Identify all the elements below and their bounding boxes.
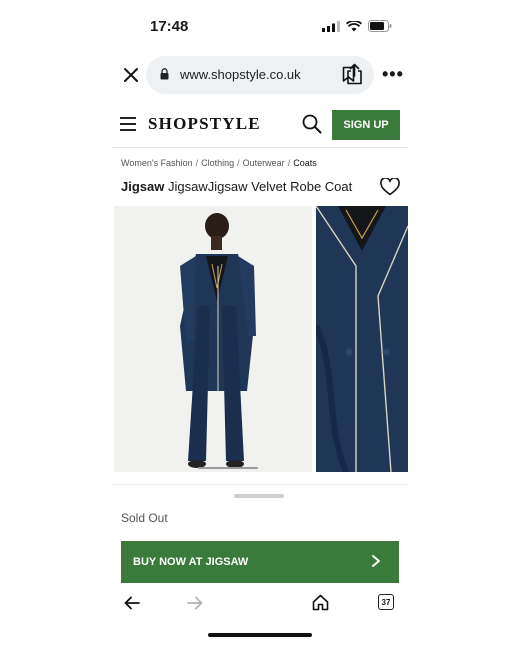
product-name: JigsawJigsaw Velvet Robe Coat — [167, 179, 353, 194]
status-bar: 17:48 — [0, 0, 520, 50]
browser-bottom-nav: 37 — [112, 590, 408, 618]
back-arrow-icon[interactable] — [124, 596, 140, 610]
buy-now-button[interactable]: BUY NOW AT JIGSAW — [121, 541, 399, 583]
breadcrumb: Women's Fashion / Clothing / Outerwear /… — [121, 158, 317, 168]
breadcrumb-item-clothing[interactable]: Clothing — [201, 158, 234, 168]
coat-detail-illustration — [313, 206, 408, 472]
model-illustration — [180, 213, 256, 468]
gallery-scroll-indicator — [198, 467, 258, 469]
breadcrumb-separator: / — [195, 158, 199, 168]
share-icon[interactable] — [346, 63, 363, 85]
buy-now-label: BUY NOW AT JIGSAW — [133, 556, 249, 568]
breadcrumb-separator: / — [287, 158, 291, 168]
breadcrumb-item-outerwear[interactable]: Outerwear — [243, 158, 285, 168]
status-time: 17:48 — [150, 18, 189, 35]
product-brand[interactable]: Jigsaw — [121, 179, 164, 194]
tabs-button[interactable]: 37 — [378, 594, 394, 610]
sign-up-button[interactable]: SIGN UP — [332, 110, 400, 140]
product-image-gallery[interactable] — [112, 206, 408, 472]
home-indicator — [208, 633, 312, 637]
breadcrumb-item-womens-fashion[interactable]: Women's Fashion — [121, 158, 193, 168]
product-photo-full-outfit[interactable] — [114, 206, 312, 472]
search-icon[interactable] — [302, 114, 322, 134]
availability-status: Sold Out — [121, 511, 168, 525]
breadcrumb-item-coats[interactable]: Coats — [293, 158, 317, 168]
favorite-heart-icon[interactable] — [380, 178, 400, 196]
wifi-icon — [346, 20, 362, 31]
product-photo-detail[interactable] — [313, 206, 408, 472]
lock-icon — [160, 68, 169, 80]
purchase-panel: Sold Out BUY NOW AT JIGSAW — [112, 484, 408, 588]
battery-icon — [368, 20, 392, 32]
product-title: Jigsaw JigsawJigsaw Velvet Robe Coat — [121, 179, 352, 194]
browser-toolbar: www.shopstyle.co.uk ••• — [112, 56, 408, 94]
close-icon[interactable] — [120, 64, 142, 86]
menu-icon[interactable] — [120, 117, 136, 131]
forward-arrow-icon[interactable] — [187, 596, 203, 610]
address-bar[interactable]: www.shopstyle.co.uk — [146, 56, 374, 94]
status-icons — [322, 20, 392, 32]
signal-icon — [322, 20, 340, 32]
site-logo[interactable]: SHOPSTYLE — [148, 114, 261, 134]
url-text: www.shopstyle.co.uk — [180, 67, 301, 82]
drag-handle[interactable] — [234, 494, 284, 498]
breadcrumb-separator: / — [237, 158, 240, 168]
more-options-icon[interactable]: ••• — [382, 64, 404, 85]
site-header: SHOPSTYLE SIGN UP — [112, 100, 408, 148]
home-icon[interactable] — [312, 594, 329, 611]
chevron-right-icon — [372, 555, 380, 567]
